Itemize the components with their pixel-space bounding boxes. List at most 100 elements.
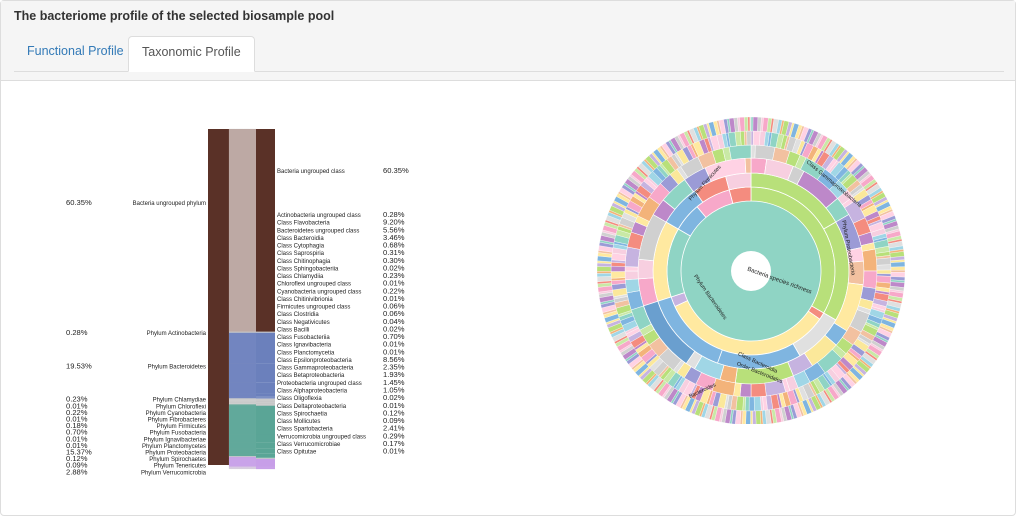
profile-tabs: Functional Profile Taxonomic Profile bbox=[14, 36, 1004, 72]
sunburst-ring3-segment[interactable] bbox=[744, 157, 752, 174]
tab-functional-profile[interactable]: Functional Profile bbox=[14, 36, 137, 72]
class-label: Class Gammaproteobacteria bbox=[277, 366, 354, 372]
sunburst-ring6-segment[interactable] bbox=[890, 272, 906, 278]
class-bar[interactable] bbox=[256, 434, 275, 443]
sunburst-ring4-segment[interactable] bbox=[754, 144, 776, 161]
phylum-label: Phylum Spirochaetes bbox=[149, 457, 206, 463]
class-label: Class Cytophagia bbox=[277, 244, 325, 250]
sunburst-ring6-segment[interactable] bbox=[890, 261, 906, 268]
class-label: Proteobacteria ungrouped class bbox=[277, 381, 362, 387]
sunburst-ring4-segment[interactable] bbox=[862, 270, 878, 289]
sunburst-ring6-segment[interactable] bbox=[596, 266, 612, 272]
phylum-bar[interactable] bbox=[229, 401, 256, 404]
sunburst-ring4-segment[interactable] bbox=[625, 278, 641, 294]
class-label: Class Spartobacteria bbox=[277, 427, 333, 433]
phylum-label: Phylum Chloroflexi bbox=[156, 404, 206, 410]
class-label: Class Bacilli bbox=[277, 327, 309, 333]
sunburst-ring6-segment[interactable] bbox=[755, 410, 762, 424]
sunburst-ring5-segment[interactable] bbox=[876, 257, 892, 266]
class-label: Class Verrucomicrobiae bbox=[277, 442, 341, 448]
sunburst-ring6-segment[interactable] bbox=[750, 116, 754, 132]
sunburst-ring5-segment[interactable] bbox=[610, 271, 626, 279]
class-bar[interactable] bbox=[256, 398, 275, 400]
sunburst-ring4-segment[interactable] bbox=[624, 270, 639, 281]
class-bar[interactable] bbox=[256, 332, 275, 364]
phylum-percent: 0.28% bbox=[66, 328, 88, 337]
sunburst-ring4-segment[interactable] bbox=[861, 248, 878, 272]
phylum-bar[interactable] bbox=[229, 456, 256, 467]
class-label: Firmicutes ungrouped class bbox=[277, 305, 350, 311]
class-bar[interactable] bbox=[256, 393, 275, 397]
sunburst-ring6-segment[interactable] bbox=[739, 116, 746, 132]
class-bar[interactable] bbox=[256, 448, 275, 454]
class-label: Class Planctomycetia bbox=[277, 350, 335, 356]
phylum-label: Phylum Chlamydiae bbox=[153, 398, 207, 404]
sunburst-ring4-segment[interactable] bbox=[750, 144, 756, 159]
sunburst-ring5-segment[interactable] bbox=[876, 264, 892, 271]
phylum-bar[interactable] bbox=[229, 129, 256, 332]
phylum-bar[interactable] bbox=[229, 404, 256, 457]
sunburst-ring6-segment[interactable] bbox=[596, 273, 612, 278]
sunburst-ring6-segment[interactable] bbox=[890, 270, 906, 273]
sunburst-ring4-segment[interactable] bbox=[750, 382, 767, 398]
phylum-bar[interactable] bbox=[229, 331, 256, 333]
tab-taxonomic-profile[interactable]: Taxonomic Profile bbox=[128, 36, 255, 72]
class-label: Class Flavobacteria bbox=[277, 221, 330, 227]
class-label: Class Chlamydiia bbox=[277, 274, 324, 280]
sunburst-ring6-segment[interactable] bbox=[752, 116, 759, 132]
sunburst-ring6-segment[interactable] bbox=[747, 116, 751, 132]
phylum-bar[interactable] bbox=[229, 398, 256, 400]
class-bar[interactable] bbox=[256, 397, 275, 399]
sunburst-ring6-segment[interactable] bbox=[744, 116, 749, 132]
class-bar[interactable] bbox=[256, 466, 275, 468]
kingdom-bar bbox=[208, 129, 229, 465]
taxonomy-sunburst-chart: Bacteria species richnessPhylum Firmicut… bbox=[596, 116, 906, 424]
sunburst-ring6-segment[interactable] bbox=[750, 410, 753, 424]
sunburst-ring5-segment[interactable] bbox=[746, 130, 752, 146]
class-label: Class Negativicutes bbox=[277, 320, 330, 326]
sunburst-ring5-segment[interactable] bbox=[610, 265, 626, 272]
sunburst-ring6-segment[interactable] bbox=[745, 410, 751, 424]
sunburst-ring6-segment[interactable] bbox=[596, 271, 612, 274]
sunburst-ring6-segment[interactable] bbox=[752, 410, 757, 424]
class-bar[interactable] bbox=[256, 467, 275, 469]
phylum-bar[interactable] bbox=[229, 399, 256, 401]
phylum-label: Phylum Proteobacteria bbox=[145, 451, 206, 457]
class-bar[interactable] bbox=[256, 453, 275, 458]
class-bar[interactable] bbox=[256, 399, 275, 401]
sunburst-ring5-segment[interactable] bbox=[753, 396, 762, 412]
class-bar[interactable] bbox=[256, 382, 275, 394]
class-bar[interactable] bbox=[256, 402, 275, 405]
class-bar[interactable] bbox=[256, 396, 275, 398]
sunburst-ring5-segment[interactable] bbox=[753, 130, 761, 146]
class-bar[interactable] bbox=[256, 458, 275, 467]
class-bar[interactable] bbox=[256, 442, 275, 449]
phylum-bar[interactable] bbox=[229, 332, 256, 399]
phylum-label: Bacteria ungrouped phylum bbox=[133, 201, 206, 207]
class-label: Class Mollicutes bbox=[277, 419, 320, 425]
sunburst-ring5-segment[interactable] bbox=[876, 269, 892, 275]
class-label: Chloroflexi ungrouped class bbox=[277, 282, 351, 288]
class-bar[interactable] bbox=[256, 363, 275, 383]
class-label: Class Chitinophagia bbox=[277, 259, 331, 265]
class-bar[interactable] bbox=[256, 405, 275, 435]
class-bar[interactable] bbox=[256, 129, 275, 332]
sunburst-ring4-segment[interactable] bbox=[728, 144, 752, 161]
phylum-percent: 2.88% bbox=[66, 467, 88, 476]
phylum-bar[interactable] bbox=[229, 400, 256, 402]
class-bar[interactable] bbox=[256, 331, 275, 333]
sunburst-ring4-segment[interactable] bbox=[624, 266, 639, 272]
sunburst-ring3-segment[interactable] bbox=[637, 258, 654, 280]
sunburst-ring6-segment[interactable] bbox=[596, 276, 612, 282]
sunburst-ring6-segment[interactable] bbox=[890, 266, 906, 271]
sunburst-ring3-segment[interactable] bbox=[750, 157, 768, 175]
sunburst-ring4-segment[interactable] bbox=[739, 383, 752, 398]
class-percent: 0.01% bbox=[383, 447, 405, 456]
sunburst-ring4-segment[interactable] bbox=[624, 246, 641, 268]
phylum-label: Phylum Bacteroidetes bbox=[148, 365, 206, 371]
sunburst-ring6-segment[interactable] bbox=[749, 116, 752, 132]
class-label: Class Alphaproteobacteria bbox=[277, 388, 348, 394]
phylum-label: Phylum Cyanobacteria bbox=[146, 411, 207, 417]
sunburst-ring5-segment[interactable] bbox=[748, 396, 755, 412]
class-bar[interactable] bbox=[256, 468, 275, 470]
